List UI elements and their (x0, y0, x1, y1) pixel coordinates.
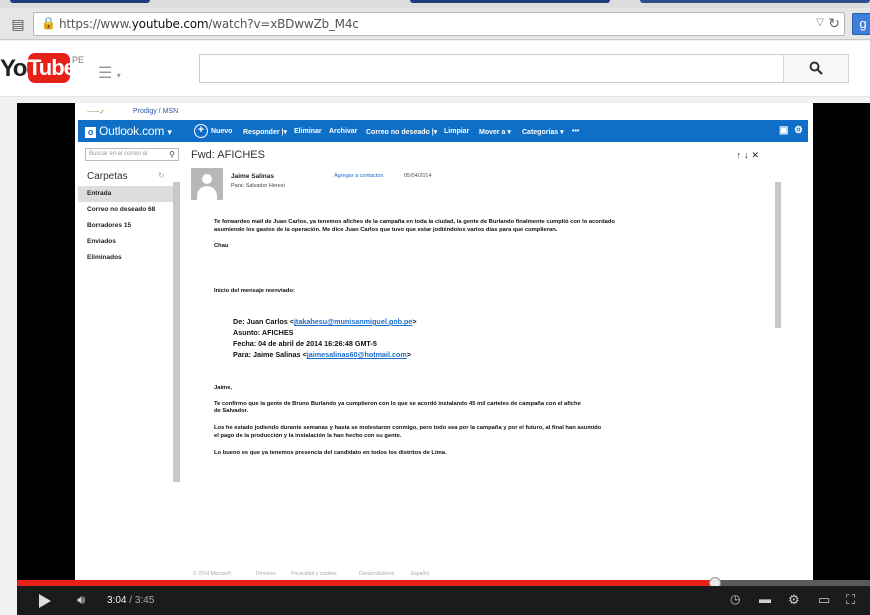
body-line: Jaime, (214, 385, 233, 391)
folder-sidebar: Buscar en el correo el ⚲ Carpetas ↻ Entr… (78, 142, 183, 580)
body-line: Los he estado jodiendo durante semanas y… (214, 425, 602, 431)
browser-toolbar: ▤ 🔒 https://www.youtube.com/watch?v=xBDw… (0, 8, 870, 40)
footer-dev-link[interactable]: Desarrolladores (359, 571, 394, 577)
outlook-logo[interactable]: o Outlook.com ▾ (85, 124, 172, 138)
folders-heading: Carpetas (87, 171, 128, 182)
outlook-toolbar: o Outlook.com ▾ + Nuevo Responder |▾ Elim… (78, 120, 808, 142)
fullscreen-icon[interactable]: ⛶ (846, 592, 855, 608)
total-time: 3:45 (134, 595, 155, 606)
junk-button[interactable]: Correo no deseado |▾ (366, 128, 437, 136)
outlook-footer: © 2014 Microsoft Términos Privacidad y c… (183, 569, 776, 580)
reading-scrollbar-area (775, 142, 808, 580)
footer-terms-link[interactable]: Términos (255, 571, 276, 577)
body-line: el pago de la producción y la instalació… (214, 433, 402, 439)
recipient-line: Para: Salvador Heresi (231, 183, 285, 189)
play-icon[interactable] (39, 594, 51, 608)
google-search-icon[interactable]: g (852, 13, 870, 35)
more-button[interactable]: ••• (572, 128, 579, 135)
refresh-icon[interactable]: ↻ (158, 171, 165, 180)
footer-copyright: © 2014 Microsoft (193, 571, 231, 577)
address-bar[interactable]: 🔒 https://www.youtube.com/watch?v=xBDwwZ… (33, 12, 845, 36)
search-icon (809, 61, 823, 75)
avatar (191, 168, 223, 200)
fwd-date: Fecha: 04 de abril de 2014 16:26:48 GMT-… (233, 339, 377, 348)
prodigy-bar: ~~~✓ Prodigy / MSN (75, 103, 813, 120)
captions-icon[interactable]: ▬ (759, 592, 771, 606)
folder-item-drafts[interactable]: Borradores 15 (78, 218, 173, 234)
add-contact-link[interactable]: Agregar a contactos (334, 173, 383, 179)
body-line: de Salvador. (214, 408, 249, 414)
logo-tube: Tube (28, 53, 76, 83)
sidebar-scrollbar[interactable] (173, 182, 180, 482)
watch-later-icon[interactable]: ◷ (730, 592, 740, 606)
close-icon[interactable]: ✕ (751, 150, 762, 160)
browser-tab[interactable] (640, 0, 870, 3)
chat-icon[interactable]: ▣ (779, 125, 788, 136)
up-arrow-icon[interactable]: ↑ (736, 150, 744, 160)
fwd-to-email-link[interactable]: jaimesalinas60@hotmail.com (307, 350, 407, 359)
tab-groups-icon[interactable]: ▤ (4, 15, 32, 33)
fwd-from-email-link[interactable]: jtakahesu@munisanmiguel.gob.pe (294, 317, 412, 326)
search-icon[interactable]: ⚲ (169, 150, 175, 159)
new-icon[interactable]: + (194, 124, 208, 138)
country-code: PE (72, 55, 85, 65)
forward-header: Inicio del mensaje reenviado: (214, 288, 295, 294)
volume-icon[interactable]: 🔊︎ (77, 592, 85, 608)
fwd-to: Para: Jaime Salinas <jaimesalinas60@hotm… (233, 350, 412, 359)
message-date: 05/04/2014 (404, 173, 432, 179)
folder-item-junk[interactable]: Correo no deseado 68 (78, 202, 173, 218)
fwd-from: De: Juan Carlos <jtakahesu@munisanmiguel… (233, 317, 417, 326)
mail-search-input[interactable]: Buscar en el correo el ⚲ (85, 148, 179, 161)
footer-lang-link[interactable]: Español (411, 571, 429, 577)
body-line: Chau (214, 243, 229, 249)
folder-item-sent[interactable]: Enviados (78, 234, 173, 250)
settings-gear-icon[interactable]: ⚙ (788, 592, 800, 608)
guide-menu-icon[interactable]: ☰ ▾ (98, 63, 121, 83)
search-input[interactable] (199, 54, 784, 83)
message-nav: ↑↓✕ (736, 150, 762, 161)
chevron-down-icon[interactable]: ▽ (816, 17, 824, 28)
move-button[interactable]: Mover a ▾ (479, 128, 511, 136)
sender-name[interactable]: Jaime Salinas (231, 173, 274, 180)
body-line: Lo bueno es que ya tenemos presencia del… (214, 450, 447, 456)
lock-icon: 🔒 (41, 16, 56, 30)
fwd-subject: Asunto: AFICHES (233, 328, 294, 337)
prodigy-logo: ~~~✓ (87, 109, 106, 116)
player-controls: 🔊︎ 3:04 / 3:45 ◷ ▬ ⚙ ▭ ⛶ (17, 586, 870, 615)
body-line: Te confirmo que la gente de Bruno Burlan… (214, 401, 581, 407)
reading-pane: Fwd: AFICHES ↑↓✕ Jaime Salinas Para: Sal… (183, 142, 776, 580)
url-text[interactable]: https://www.youtube.com/watch?v=xBDwwZb_… (59, 17, 359, 31)
reply-button[interactable]: Responder |▾ (243, 128, 287, 136)
categories-button[interactable]: Categorías ▾ (522, 128, 564, 136)
browser-tab[interactable] (10, 0, 150, 3)
body-line: Te forwardeo mail de Juan Carlos, ya ten… (214, 219, 615, 225)
time-separator: / (129, 595, 133, 606)
reload-icon[interactable]: ↻ (828, 15, 840, 32)
prodigy-label: Prodigy / MSN (133, 108, 179, 115)
gear-icon[interactable]: ⚙ (794, 125, 803, 136)
youtube-header: You Tube PE ☰ ▾ (0, 41, 870, 97)
folder-item-inbox[interactable]: Entrada (78, 186, 173, 202)
clean-button[interactable]: Limpiar (444, 128, 469, 135)
search-button[interactable] (783, 54, 849, 83)
browser-tab[interactable] (410, 0, 610, 3)
body-line: asumiendo los gastos de la operación. Me… (214, 227, 558, 233)
video-frame[interactable]: ~~~✓ Prodigy / MSN o Outlook.com ▾ + Nuev… (75, 103, 813, 580)
folder-item-deleted[interactable]: Eliminados (78, 250, 173, 266)
delete-button[interactable]: Eliminar (294, 128, 322, 135)
footer-privacy-link[interactable]: Privacidad y cookies (291, 571, 337, 577)
archive-button[interactable]: Archivar (329, 128, 357, 135)
message-subject: Fwd: AFICHES (191, 149, 265, 161)
folder-list: Entrada Correo no deseado 68 Borradores … (78, 186, 173, 266)
theater-mode-icon[interactable]: ▭ (818, 592, 830, 608)
new-button[interactable]: Nuevo (211, 128, 232, 135)
browser-tab-strip (0, 0, 870, 8)
reading-scrollbar[interactable] (775, 182, 781, 328)
current-time: 3:04 (107, 595, 127, 606)
time-display: 3:04 / 3:45 (107, 595, 154, 606)
video-player[interactable]: ~~~✓ Prodigy / MSN o Outlook.com ▾ + Nuev… (17, 103, 870, 615)
